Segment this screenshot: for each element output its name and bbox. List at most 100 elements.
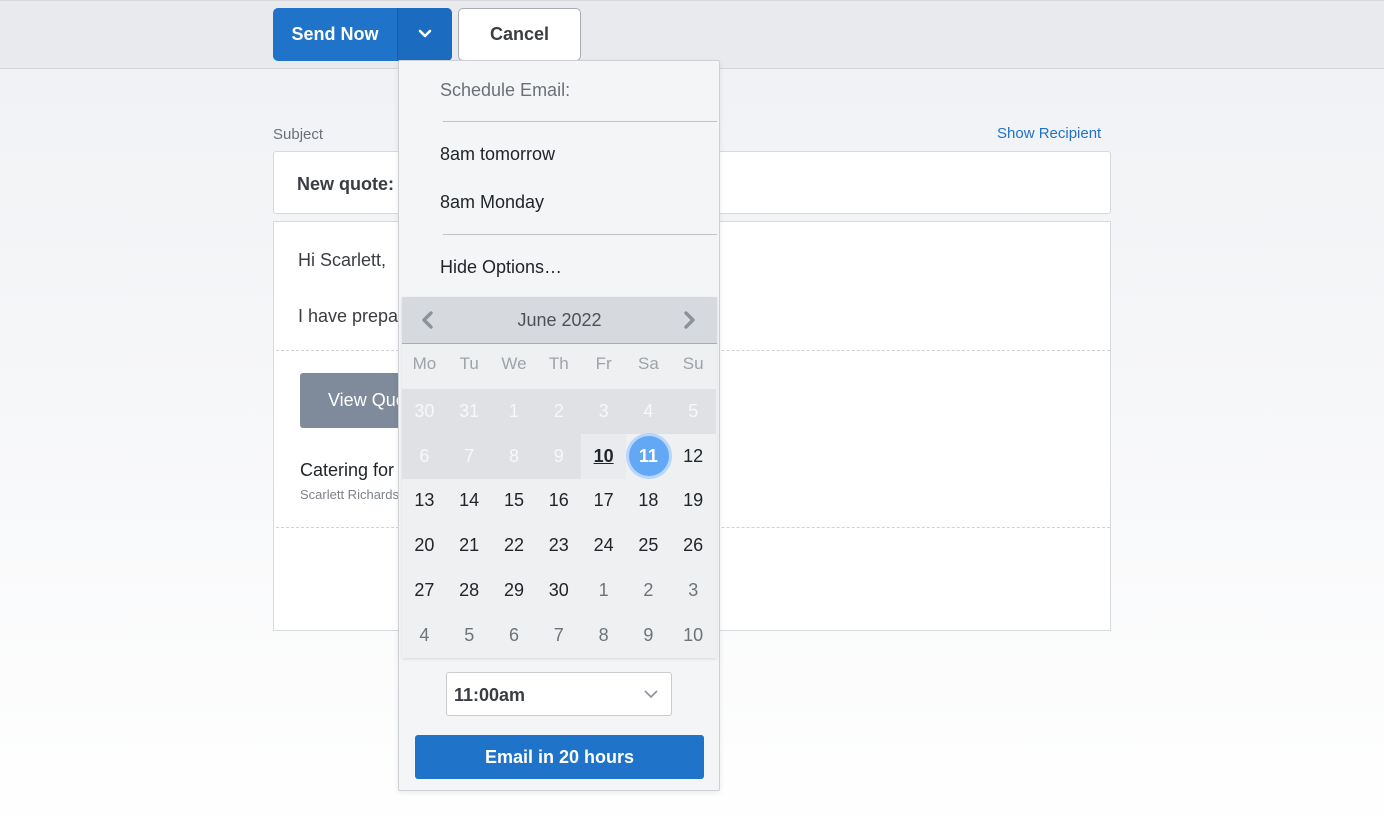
calendar-day-label: 10 [683,624,704,645]
calendar-day-label: 8 [508,445,519,466]
calendar-day[interactable]: 2 [626,568,671,613]
calendar-day: 8 [491,433,537,479]
chevron-right-icon[interactable] [678,309,700,331]
calendar-day: 9 [536,433,582,479]
calendar-day-label: 20 [414,535,435,556]
calendar-day: 7 [446,433,492,479]
calendar-day-selected[interactable]: 11 [626,434,671,479]
calendar-day[interactable]: 28 [447,568,492,613]
calendar-day-label: 19 [683,490,704,511]
calendar-day: 6 [402,433,447,479]
calendar-day-label: 30 [414,400,435,421]
calendar-day[interactable]: 26 [671,523,716,568]
top-toolbar: Send Now Cancel [0,0,1384,69]
calendar-day[interactable]: 6 [492,613,537,658]
calendar-day-label: 24 [593,535,614,556]
calendar-day[interactable]: 3 [671,568,716,613]
calendar-day[interactable]: 19 [671,479,716,524]
calendar-day[interactable]: 29 [492,568,537,613]
schedule-heading: Schedule Email: [440,80,571,100]
calendar-day-label: 5 [464,624,475,645]
time-select[interactable]: 11:00am [446,672,672,716]
calendar-day-label: 10 [593,445,614,466]
calendar-day: 30 [402,389,447,434]
calendar-day[interactable]: 4 [402,613,447,658]
send-now-button[interactable]: Send Now [273,8,398,61]
weekday-label: Sa [638,354,659,373]
calendar-day[interactable]: 10 [671,613,716,658]
divider [443,234,717,235]
chevron-down-icon [644,687,658,706]
weekday-label: Mo [412,354,437,373]
time-value: 11:00am [454,685,526,705]
calendar-day[interactable]: 25 [626,523,671,568]
calendar-day[interactable]: 16 [536,479,581,524]
client-name: Scarlett Richards [300,487,399,502]
calendar-month-title: June 2022 [517,310,602,330]
calendar-day-label: 31 [459,400,480,421]
calendar-day-today[interactable]: 10 [581,433,626,479]
calendar-day[interactable]: 22 [492,523,537,568]
calendar-day: 2 [536,389,582,434]
calendar-day-label: 11 [638,445,658,466]
calendar-day[interactable]: 17 [581,479,626,524]
greeting-text: Hi Scarlett, [298,250,387,270]
schedule-dropdown: Schedule Email: 8am tomorrow 8am Monday … [398,60,720,791]
calendar-day[interactable]: 21 [447,523,492,568]
weekday-label: Th [548,354,569,373]
calendar-day-label: 7 [553,624,564,645]
calendar-day[interactable]: 12 [671,434,716,479]
calendar-day-label: 12 [683,445,704,466]
calendar-day-label: 6 [508,624,519,645]
calendar-day-label: 6 [419,445,430,466]
calendar-day[interactable]: 5 [447,613,492,658]
calendar-day[interactable]: 14 [447,479,492,524]
calendar-day[interactable]: 27 [402,568,447,613]
calendar-day[interactable]: 7 [536,613,581,658]
schedule-email-button[interactable]: Email in 20 hours [415,735,704,779]
schedule-option-tomorrow[interactable]: 8am tomorrow [440,144,555,165]
calendar-day: 31 [446,389,492,434]
send-options-toggle[interactable] [398,8,452,61]
calendar-day-label: 3 [598,400,609,421]
calendar-day[interactable]: 15 [492,479,537,524]
calendar-day: 5 [670,389,716,434]
weekday-label: We [501,354,527,373]
calendar-day[interactable]: 13 [402,479,447,524]
divider [443,121,717,122]
calendar-day-label: 5 [688,400,699,421]
calendar-day-label: 7 [464,445,475,466]
calendar-day-label: 15 [503,490,524,511]
calendar-day[interactable]: 1 [581,568,626,613]
calendar-day-label: 25 [638,535,659,556]
calendar-day-label: 16 [548,490,569,511]
subject-label: Subject [273,126,324,143]
calendar-day: 1 [491,389,537,434]
calendar-day-label: 22 [503,535,524,556]
calendar-day-label: 26 [683,535,704,556]
show-recipient-link[interactable]: Show Recipient [997,125,1101,142]
calendar-day[interactable]: 8 [581,613,626,658]
weekday-label: Su [682,354,704,373]
calendar-day-label: 17 [593,490,614,511]
schedule-option-monday[interactable]: 8am Monday [440,192,544,213]
chevron-down-icon [418,26,432,44]
calendar-day-label: 2 [643,580,654,601]
calendar-day-label: 13 [414,490,435,511]
calendar-header: June 2022 [402,297,717,344]
calendar-day[interactable]: 18 [626,479,671,524]
calendar-day-label: 9 [553,445,564,466]
weekday-label: Tu [459,354,479,373]
calendar-day[interactable]: 23 [536,523,581,568]
calendar-day-label: 18 [638,490,659,511]
calendar-day: 3 [581,389,626,434]
calendar-day[interactable]: 30 [536,568,581,613]
calendar-day[interactable]: 24 [581,523,626,568]
calendar-day-label: 14 [459,490,480,511]
cancel-button[interactable]: Cancel [458,8,581,61]
calendar-day[interactable]: 9 [626,613,671,658]
calendar-day-label: 1 [508,400,519,421]
calendar-day[interactable]: 20 [402,523,447,568]
calendar-day: 4 [626,389,671,434]
hide-options-item[interactable]: Hide Options… [440,257,562,278]
